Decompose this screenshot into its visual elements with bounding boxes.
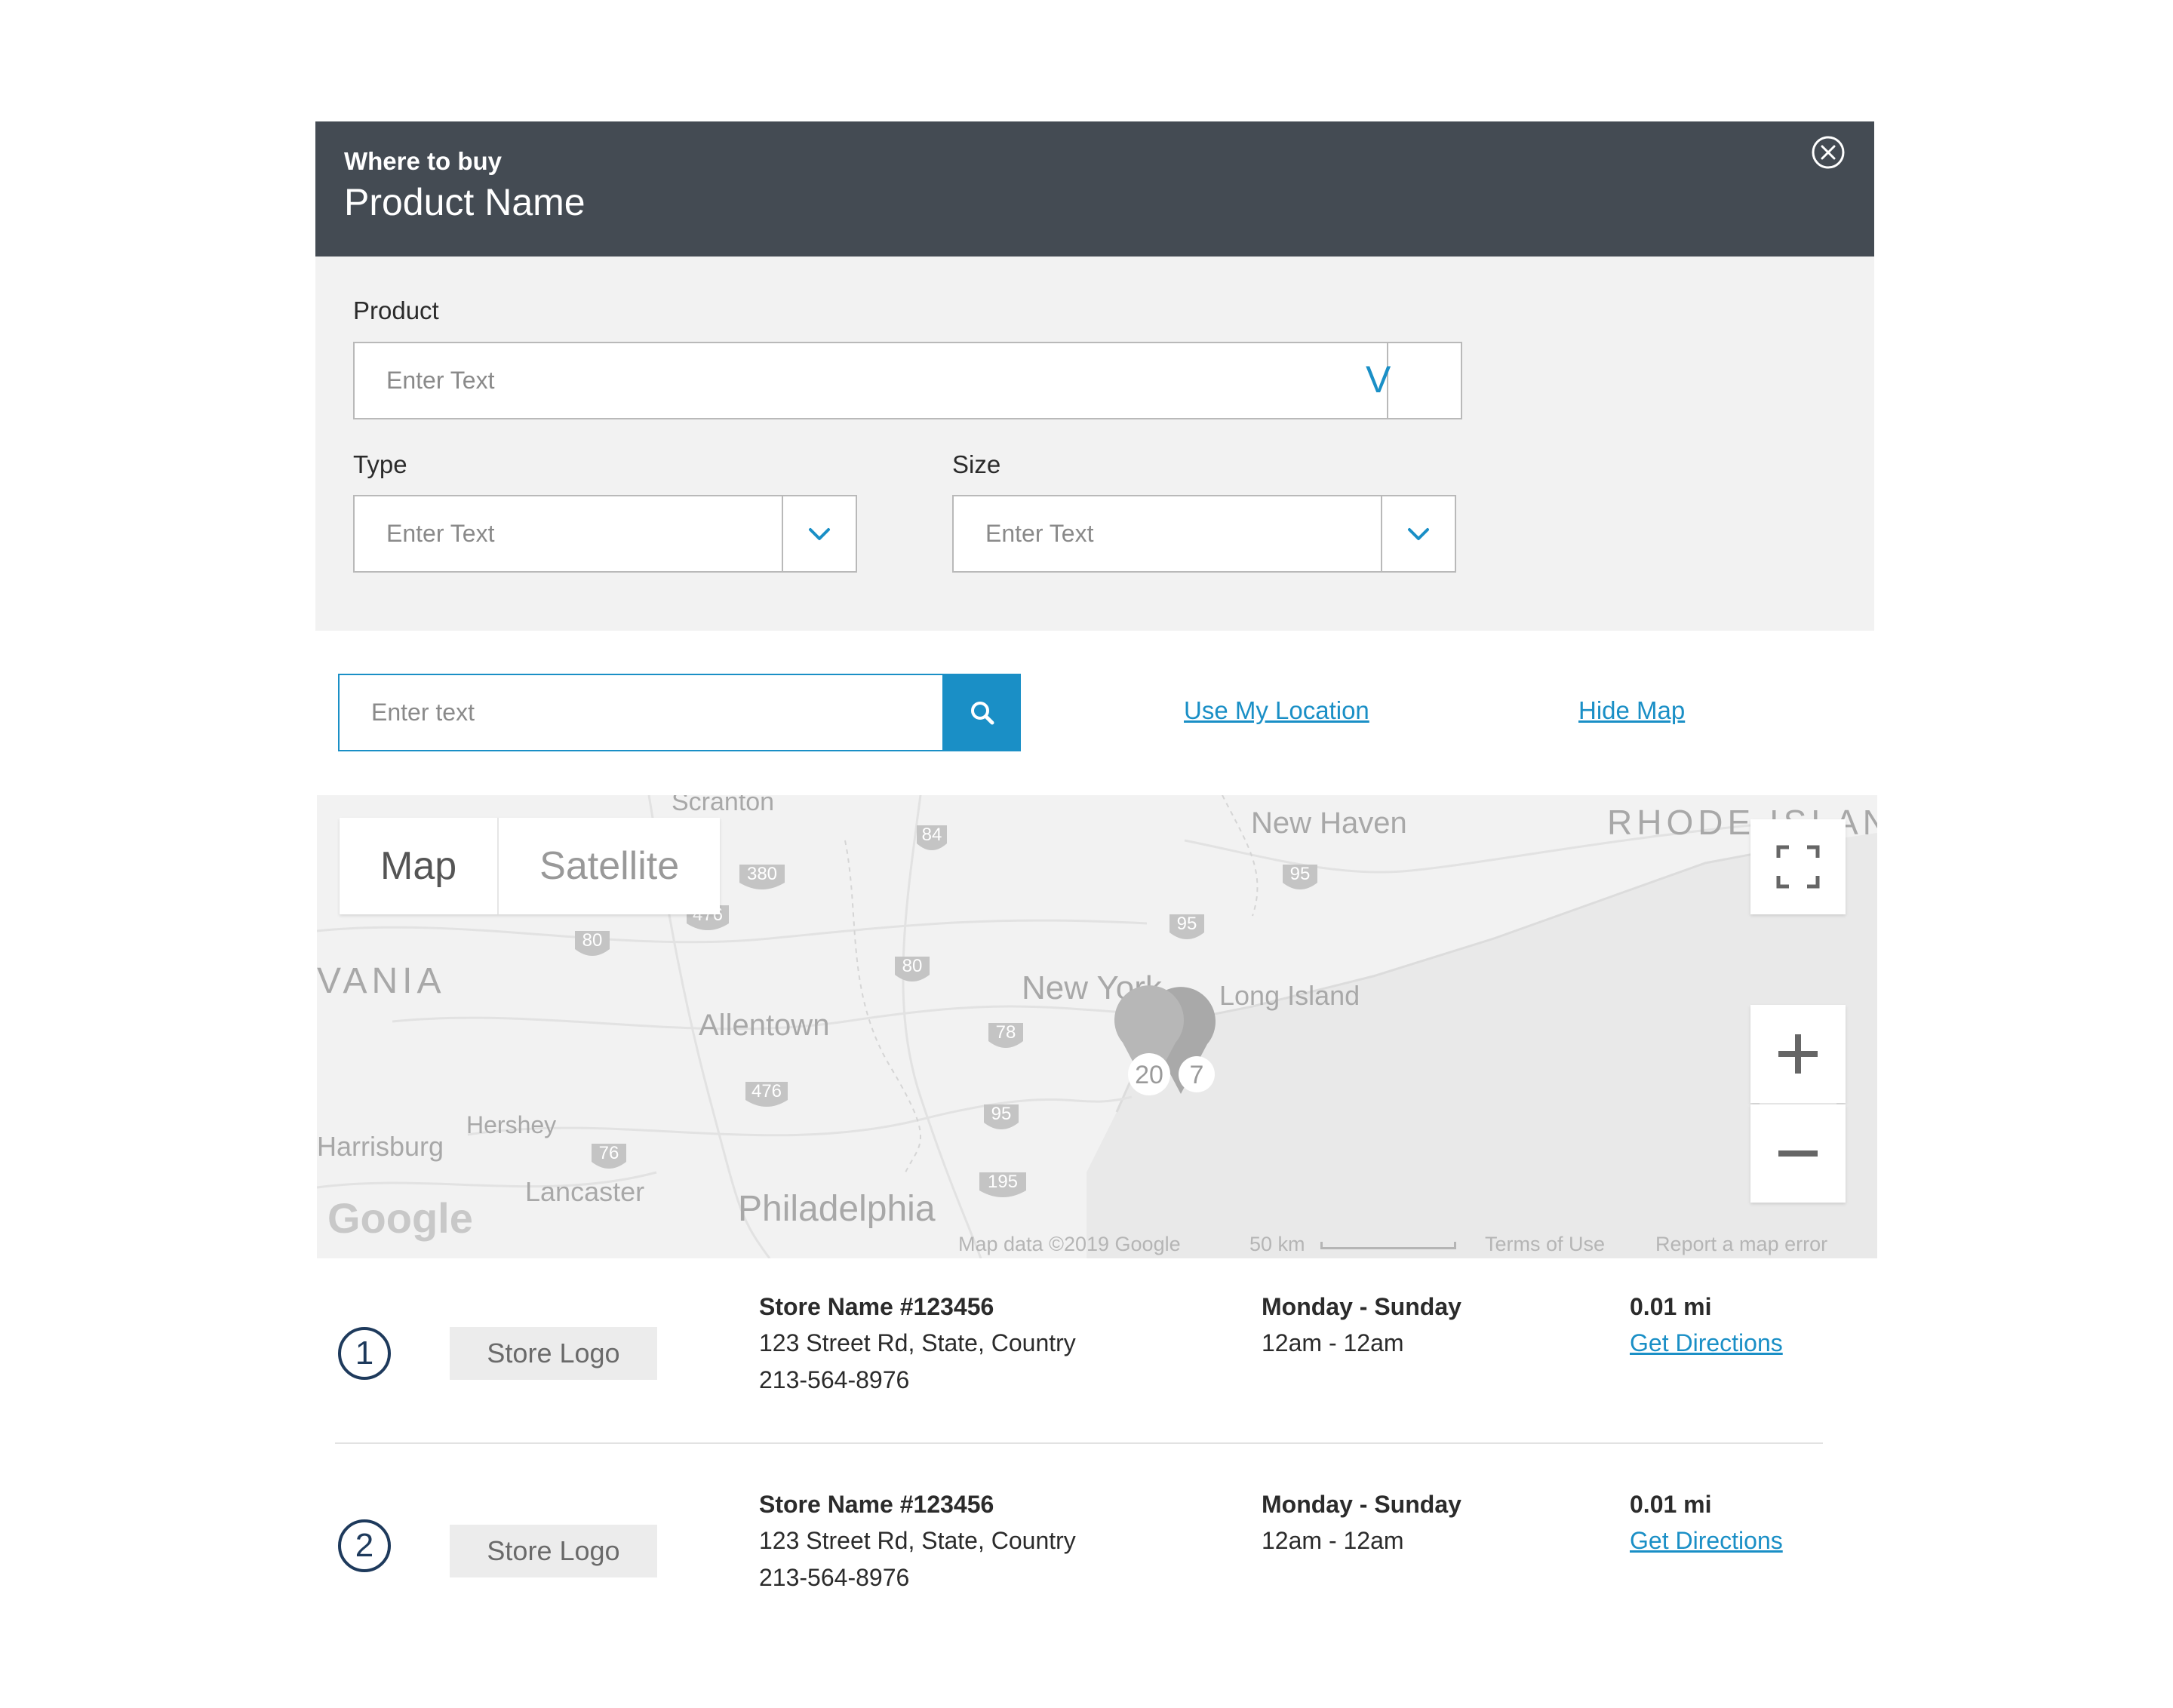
map-type-satellite-button[interactable]: Satellite xyxy=(497,818,720,914)
store-days: Monday - Sunday xyxy=(1262,1491,1461,1518)
store-days: Monday - Sunday xyxy=(1262,1293,1461,1320)
svg-text:195: 195 xyxy=(988,1172,1018,1192)
store-logo: Store Logo xyxy=(450,1327,657,1380)
chevron-down-icon xyxy=(783,496,856,571)
search-icon xyxy=(971,701,994,724)
svg-text:80: 80 xyxy=(582,930,603,951)
place-label-allentown: Allentown xyxy=(699,1009,829,1042)
location-search-field xyxy=(338,674,944,751)
where-to-buy-modal: Where to buy Product Name Product Enter … xyxy=(315,121,1877,1591)
place-label-lancaster: Lancaster xyxy=(525,1176,644,1207)
close-circle-icon xyxy=(1812,136,1845,169)
product-dropdown-arrow-icon: V xyxy=(1366,358,1391,401)
modal-subtitle: Where to buy xyxy=(344,147,503,175)
store-map[interactable]: Scranton New Haven RHODE ISLAND VANIA Ne… xyxy=(317,795,1877,1258)
store-phone: 213-564-8976 xyxy=(759,1366,910,1393)
map-attribution: Map data ©2019 Google xyxy=(958,1233,1181,1255)
svg-text:380: 380 xyxy=(747,864,777,884)
store-distance: 0.01 mi xyxy=(1630,1491,1712,1518)
store-list-item: 1 Store Logo Store Name #123456 123 Stre… xyxy=(315,1293,1874,1467)
place-label-philadelphia: Philadelphia xyxy=(738,1189,936,1229)
svg-text:95: 95 xyxy=(1290,864,1311,884)
place-label-long-island: Long Island xyxy=(1219,980,1360,1011)
map-marker-count-7: 7 xyxy=(1190,1061,1204,1089)
store-hours: 12am - 12am xyxy=(1262,1329,1404,1356)
map-type-map-button[interactable]: Map xyxy=(340,818,497,914)
fullscreen-icon xyxy=(1776,845,1820,889)
map-terms-link[interactable]: Terms of Use xyxy=(1485,1233,1605,1256)
place-label-scranton: Scranton xyxy=(672,795,774,816)
store-list-item: 2 Store Logo Store Name #123456 123 Stre… xyxy=(315,1491,1874,1664)
highway-shield-95-north: 95 xyxy=(1283,864,1317,889)
highway-shield-380: 380 xyxy=(739,864,785,889)
store-phone: 213-564-8976 xyxy=(759,1564,910,1591)
type-label: Type xyxy=(353,450,407,478)
product-select[interactable]: Enter Text V xyxy=(353,342,1462,419)
highway-shield-84: 84 xyxy=(917,825,947,850)
modal-header: Where to buy Product Name xyxy=(315,121,1874,257)
svg-text:78: 78 xyxy=(996,1022,1016,1043)
zoom-in-icon xyxy=(1778,1034,1818,1074)
store-name: Store Name #123456 xyxy=(759,1293,994,1320)
store-distance: 0.01 mi xyxy=(1630,1293,1712,1320)
svg-text:95: 95 xyxy=(991,1104,1012,1124)
highway-shield-95-ct: 95 xyxy=(1169,914,1204,939)
highway-shield-476-south: 476 xyxy=(745,1081,788,1107)
map-marker-count-20: 20 xyxy=(1135,1061,1163,1089)
get-directions-link[interactable]: Get Directions xyxy=(1630,1329,1783,1357)
search-button[interactable] xyxy=(944,674,1021,751)
highway-shield-80-east: 80 xyxy=(895,956,930,981)
place-label-vania: VANIA xyxy=(317,961,445,1001)
place-label-harrisburg: Harrisburg xyxy=(317,1131,444,1162)
map-report-error-link[interactable]: Report a map error xyxy=(1655,1233,1827,1256)
place-label-new-haven: New Haven xyxy=(1251,806,1407,840)
modal-title: Product Name xyxy=(344,181,586,223)
store-number-badge: 2 xyxy=(338,1519,391,1572)
size-select-value: Enter Text xyxy=(985,520,1094,547)
map-scale-bar xyxy=(1320,1242,1456,1249)
place-label-hershey: Hershey xyxy=(466,1111,556,1138)
zoom-out-button[interactable] xyxy=(1750,1104,1846,1203)
store-address: 123 Street Rd, State, Country xyxy=(759,1329,1076,1356)
highway-shield-76: 76 xyxy=(592,1143,626,1169)
location-search-row: Use My Location Hide Map xyxy=(315,674,1874,751)
get-directions-link[interactable]: Get Directions xyxy=(1630,1527,1783,1555)
chevron-down-icon xyxy=(1382,496,1455,571)
store-number-badge: 1 xyxy=(338,1327,391,1380)
svg-text:76: 76 xyxy=(599,1143,619,1163)
highway-shield-195: 195 xyxy=(979,1172,1026,1197)
type-select[interactable]: Enter Text xyxy=(353,495,857,573)
store-divider xyxy=(335,1442,1823,1444)
highway-shield-95-south: 95 xyxy=(984,1104,1019,1129)
store-hours: 12am - 12am xyxy=(1262,1527,1404,1554)
highway-shield-78: 78 xyxy=(988,1022,1023,1048)
map-footer: Map data ©2019 Google 50 km Terms of Use… xyxy=(317,1228,1877,1258)
store-address: 123 Street Rd, State, Country xyxy=(759,1527,1076,1554)
fullscreen-button[interactable] xyxy=(1750,819,1846,914)
svg-text:80: 80 xyxy=(902,956,923,976)
highway-shield-80-west: 80 xyxy=(575,930,610,956)
product-select-value: Enter Text xyxy=(386,367,495,394)
svg-text:95: 95 xyxy=(1177,914,1197,934)
svg-text:84: 84 xyxy=(922,825,942,845)
type-select-value: Enter Text xyxy=(386,520,495,547)
zoom-in-button[interactable] xyxy=(1750,1005,1846,1103)
filters-panel: Product Enter Text V Type Enter Text Siz… xyxy=(315,257,1874,631)
size-label: Size xyxy=(952,450,1001,478)
close-button[interactable] xyxy=(1811,135,1846,170)
location-search-input[interactable] xyxy=(340,675,942,750)
map-scale-label: 50 km xyxy=(1249,1233,1305,1255)
svg-text:476: 476 xyxy=(751,1081,782,1101)
product-label: Product xyxy=(353,296,439,324)
store-logo: Store Logo xyxy=(450,1525,657,1577)
map-marker-cluster: 20 7 xyxy=(1114,985,1216,1095)
zoom-out-icon xyxy=(1778,1150,1818,1157)
use-my-location-link[interactable]: Use My Location xyxy=(1184,696,1369,725)
store-name: Store Name #123456 xyxy=(759,1491,994,1518)
hide-map-link[interactable]: Hide Map xyxy=(1578,696,1685,725)
size-select[interactable]: Enter Text xyxy=(952,495,1456,573)
map-type-toggle: Map Satellite xyxy=(340,818,721,914)
